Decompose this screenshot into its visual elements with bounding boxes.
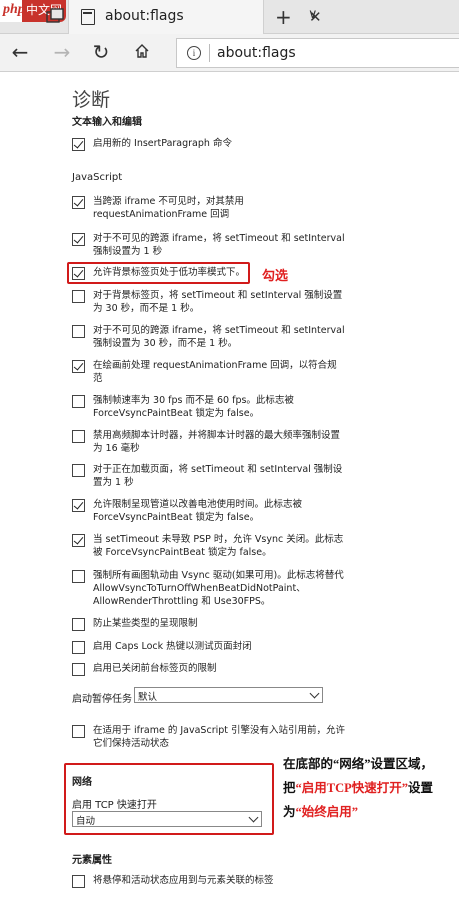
checkbox[interactable]	[72, 196, 85, 209]
info-icon[interactable]: i	[187, 46, 201, 60]
check-annotation: 勾选	[262, 269, 289, 284]
section-element-props: 元素属性	[72, 855, 112, 866]
option-label: 对于不可见的跨源 iframe，将 setTimeout 和 setInterv…	[93, 233, 345, 257]
option-label: 当跨源 iframe 不可见时，对其禁用 requestAnimationFra…	[93, 196, 244, 220]
tab-about-flags[interactable]: about:flags ✕	[68, 0, 322, 34]
option-label: 启用 Caps Lock 热键以测试页面封闭	[93, 641, 252, 652]
tab-preview-icon[interactable]	[44, 6, 66, 28]
note-part: “启用TCP快速打开”	[295, 781, 409, 795]
checkbox[interactable]	[72, 725, 85, 738]
checkbox[interactable]	[72, 430, 85, 443]
home-icon[interactable]	[134, 43, 150, 59]
checkbox[interactable]	[72, 290, 85, 303]
back-button[interactable]: ←	[8, 40, 32, 64]
option-label: 防止某些类型的呈现限制	[93, 618, 198, 629]
checkbox[interactable]	[72, 499, 85, 512]
option-label: 将悬停和活动状态应用到与元素关联的标签	[93, 875, 274, 886]
option-label: 当 setTimeout 未导致 PSP 时，允许 Vsync 关闭。此标志被 …	[93, 534, 344, 558]
checkbox[interactable]	[72, 570, 85, 583]
navigation-bar: ← → ↻ i about:flags	[0, 34, 459, 72]
checkbox[interactable]	[72, 360, 85, 373]
option-label: 在适用于 iframe 的 JavaScript 引擎没有入站引用前，允许它们保…	[93, 725, 346, 749]
section-javascript: JavaScript	[72, 172, 123, 183]
option-label: 在绘画前处理 requestAnimationFrame 回调，以符合规范	[93, 360, 337, 384]
checkbox[interactable]	[72, 663, 85, 676]
option-label: 对于正在加载页面，将 setTimeout 和 setInterval 强制设置…	[93, 464, 343, 488]
page-title: 诊断	[72, 89, 111, 111]
option-label: 强制所有画图轨动由 Vsync 驱动(如果可用)。此标志将替代 AllowVsy…	[93, 570, 344, 607]
startup-select[interactable]: 默认	[134, 687, 323, 703]
chevron-down-icon[interactable]: ∨	[308, 7, 318, 22]
forward-button[interactable]: →	[50, 40, 74, 64]
note-part: “始终启用”	[295, 805, 359, 819]
checkbox[interactable]	[72, 875, 85, 888]
checkbox[interactable]	[72, 641, 85, 654]
checkbox[interactable]	[72, 233, 85, 246]
checkbox[interactable]	[72, 534, 85, 547]
checkbox[interactable]	[72, 395, 85, 408]
option-label: 禁用高频脚本计时器，并将脚本计时器的最大频率强制设置为 16 毫秒	[93, 430, 341, 454]
address-bar[interactable]: i about:flags	[176, 38, 459, 68]
section-text-input: 文本输入和编辑	[72, 117, 142, 128]
new-tab-button[interactable]: +	[275, 5, 292, 29]
address-text[interactable]: about:flags	[217, 45, 296, 61]
checkbox[interactable]	[72, 618, 85, 631]
instruction-annotation: 在底部的“网络”设置区域，把“启用TCP快速打开”设置为“始终启用”	[283, 752, 455, 824]
chevron-down-icon	[309, 688, 320, 699]
option-label: 允许限制呈现管道以改善电池使用时间。此标志被 ForceVsyncPaintBe…	[93, 499, 303, 523]
startup-label: 启动暂停任务	[72, 694, 132, 705]
checkbox[interactable]	[72, 138, 85, 151]
page-icon	[81, 9, 95, 25]
highlight-box	[67, 262, 250, 284]
refresh-button[interactable]: ↻	[89, 40, 113, 64]
tab-bar: php 中文网 about:flags ✕ + ∨	[0, 0, 459, 34]
option-label: 启用已关闭前台标签页的限制	[93, 663, 217, 674]
option-label: 对于背景标签页，将 setTimeout 和 setInterval 强制设置为…	[93, 290, 343, 314]
checkbox[interactable]	[72, 325, 85, 338]
option-label: 对于不可见的跨源 iframe，将 setTimeout 和 setInterv…	[93, 325, 345, 349]
option-label: 强制帧速率为 30 fps 而不是 60 fps。此标志被 ForceVsync…	[93, 395, 294, 419]
tab-title: about:flags	[105, 8, 184, 24]
checkbox[interactable]	[72, 464, 85, 477]
option-label: 启用新的 InsertParagraph 命令	[93, 138, 232, 149]
startup-value: 默认	[138, 692, 158, 703]
network-highlight-box	[64, 763, 274, 835]
address-divider	[209, 44, 210, 62]
